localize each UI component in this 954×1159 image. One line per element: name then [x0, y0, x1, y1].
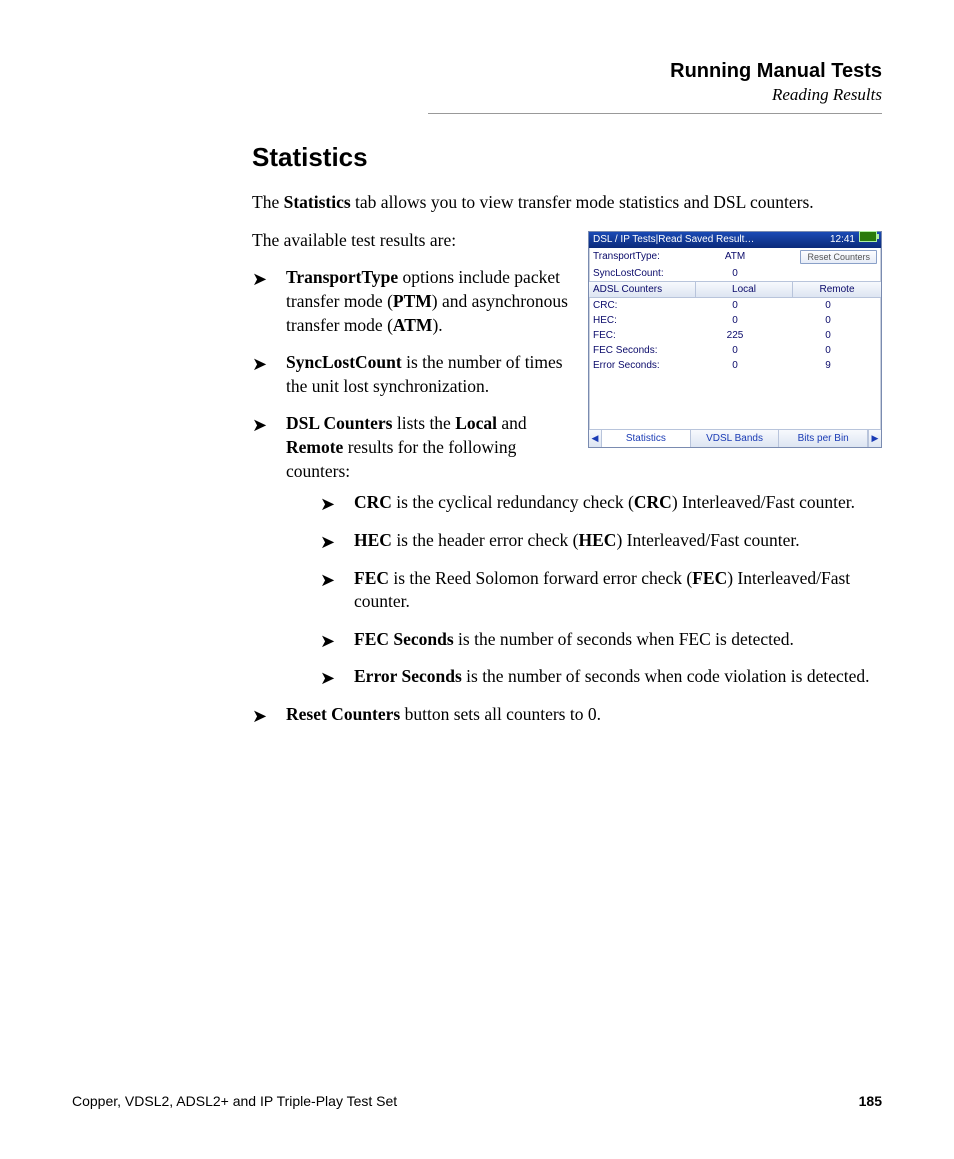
- screenshot-titlebar: DSL / IP Tests|Read Saved Result… 12:41: [589, 232, 881, 248]
- table-row: Error Seconds:09: [589, 358, 881, 373]
- battery-icon: [859, 231, 877, 242]
- section-subtitle: Reading Results: [72, 85, 882, 105]
- list-item: FEC Seconds is the number of seconds whe…: [320, 628, 882, 652]
- counters-header-row: ADSL Counters Local Remote: [589, 281, 881, 298]
- chapter-title: Running Manual Tests: [72, 60, 882, 83]
- page-number: 185: [859, 1093, 882, 1109]
- list-item: CRC is the cyclical redundancy check (CR…: [320, 491, 882, 515]
- page-header: Running Manual Tests Reading Results: [72, 60, 882, 105]
- counters-header-remote: Remote: [793, 282, 881, 297]
- header-rule: [428, 113, 882, 114]
- intro-paragraph: The Statistics tab allows you to view tr…: [252, 191, 882, 215]
- transport-label: TransportType:: [593, 251, 691, 262]
- list-item: HEC is the header error check (HEC) Inte…: [320, 529, 882, 553]
- transport-value: ATM: [691, 251, 779, 262]
- list-item: DSL Counters lists the Local and Remote …: [252, 412, 882, 689]
- page-footer: Copper, VDSL2, ADSL2+ and IP Triple-Play…: [72, 1093, 882, 1109]
- section-heading: Statistics: [252, 142, 882, 173]
- list-item: Reset Counters button sets all counters …: [252, 703, 882, 727]
- footer-product: Copper, VDSL2, ADSL2+ and IP Triple-Play…: [72, 1093, 397, 1109]
- list-item: SyncLostCount is the number of times the…: [252, 351, 616, 398]
- sub-bullet-list: CRC is the cyclical redundancy check (CR…: [320, 491, 882, 689]
- table-row: FEC:2250: [589, 328, 881, 343]
- table-row: HEC:00: [589, 313, 881, 328]
- list-item: Error Seconds is the number of seconds w…: [320, 665, 882, 689]
- table-row: FEC Seconds:00: [589, 343, 881, 358]
- table-row: CRC:00: [589, 298, 881, 313]
- synclost-value: 0: [691, 268, 779, 279]
- counters-header-local: Local: [696, 282, 793, 297]
- transport-row: TransportType: ATM Reset Counters: [589, 248, 881, 266]
- list-item: FEC is the Reed Solomon forward error ch…: [320, 567, 882, 614]
- synclost-row: SyncLostCount: 0: [589, 266, 881, 281]
- screenshot-title: DSL / IP Tests|Read Saved Result…: [593, 232, 754, 248]
- list-item: TransportType options include packet tra…: [252, 266, 616, 337]
- reset-counters-button[interactable]: Reset Counters: [800, 250, 877, 264]
- screenshot-clock: 12:41: [830, 231, 877, 248]
